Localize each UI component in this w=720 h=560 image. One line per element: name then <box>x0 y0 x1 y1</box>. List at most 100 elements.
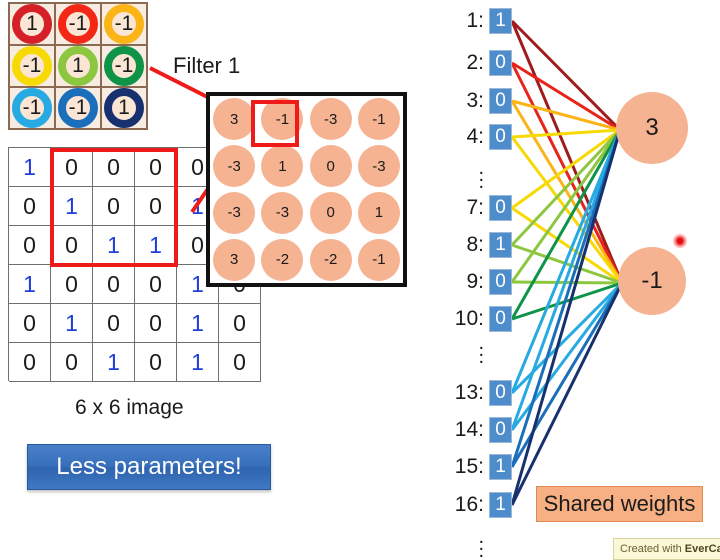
image-cell: 1 <box>9 148 51 187</box>
filter-3x3-grid: 1 -1 -1 -1 1 -1 -1 -1 1 <box>8 2 148 130</box>
vertical-ellipsis-icon: ... <box>478 526 484 560</box>
feature-map-grid: 3 -1 -3 -1 -3 1 0 -3 -3 -3 0 1 3 -2 -2 -1 <box>210 96 403 283</box>
edge-lines <box>510 19 624 506</box>
network-edge <box>510 128 622 247</box>
network-input-row: 10: 0 <box>448 306 512 332</box>
filter-cell: 1 <box>55 45 101 87</box>
network-input-value-box[interactable]: 0 <box>489 417 512 443</box>
network-input-value-box[interactable]: 0 <box>489 380 512 406</box>
filter-cell-value: -1 <box>114 54 134 77</box>
network-input-index: 4: <box>466 125 484 148</box>
network-input-value-box[interactable]: 1 <box>489 454 512 480</box>
feature-map-cell: -1 <box>355 96 403 143</box>
feature-map-value: 3 <box>229 110 239 128</box>
network-edge <box>510 20 624 284</box>
feature-map-value: -1 <box>372 110 386 128</box>
network-input-value-box[interactable]: 0 <box>489 88 512 114</box>
feature-map-cell: -2 <box>258 236 306 283</box>
network-edge <box>511 243 623 285</box>
network-input-index: 10: <box>454 307 484 330</box>
shared-weights-callout: Shared weights <box>536 486 703 522</box>
image-cell: 1 <box>51 304 93 343</box>
network-input-index: 8: <box>466 233 484 256</box>
filter-cell: 1 <box>101 87 147 129</box>
filter-cell: -1 <box>101 3 147 45</box>
network-input-index: 2: <box>466 51 484 74</box>
feature-map-cell: 3 <box>210 236 258 283</box>
image-cell: 0 <box>219 304 261 343</box>
network-edge <box>511 128 621 139</box>
network-input-index: 7: <box>466 196 484 219</box>
network-edge <box>510 281 624 395</box>
watermark: Created with EverCam <box>613 538 720 560</box>
feature-map-cell: 0 <box>307 190 355 237</box>
filter-cell-value: 1 <box>72 54 84 77</box>
vertical-ellipsis-icon: ... <box>478 157 484 193</box>
image-receptive-field-highlight <box>50 148 178 267</box>
network-input-value-box[interactable]: 1 <box>489 232 512 258</box>
network-input-index: 14: <box>454 418 484 441</box>
neuron-3-label: 3 <box>645 114 659 141</box>
laser-pointer-dot-icon <box>673 234 687 248</box>
image-cell: 0 <box>9 187 51 226</box>
network-input-index: 15: <box>454 455 484 478</box>
network-edge <box>510 129 622 431</box>
filter-cell: -1 <box>9 87 55 129</box>
network-input-value-box[interactable]: 0 <box>489 306 512 332</box>
network-input-value-box[interactable]: 0 <box>489 269 512 295</box>
feature-map-cell: -2 <box>307 236 355 283</box>
network-input-row: 3: 0 <box>448 88 512 114</box>
network-input-value-box[interactable]: 0 <box>489 195 512 221</box>
filter-cell: -1 <box>55 87 101 129</box>
network-input-value-box[interactable]: 1 <box>489 492 512 518</box>
network-input-row: 8: 1 <box>448 232 512 258</box>
network-edge <box>511 128 621 210</box>
feature-map-value: 1 <box>278 157 287 175</box>
network-edge <box>510 62 624 284</box>
image-cell: 0 <box>135 304 177 343</box>
neuron-output-minus1[interactable]: -1 <box>618 247 686 315</box>
image-cell: 0 <box>9 343 51 382</box>
network-edge <box>510 100 624 284</box>
network-input-value-box[interactable]: 0 <box>489 50 512 76</box>
filter-cell: -1 <box>9 45 55 87</box>
image-cell: 1 <box>9 265 51 304</box>
feature-map-selected-highlight <box>251 100 299 147</box>
image-cell: 0 <box>51 265 93 304</box>
watermark-brand: EverCam <box>684 543 720 555</box>
feature-map-value: -2 <box>275 251 290 269</box>
filter-cell: -1 <box>55 3 101 45</box>
less-parameters-button[interactable]: Less parameters! <box>27 444 271 490</box>
image-cell: 0 <box>93 304 135 343</box>
feature-map-value: -3 <box>323 110 338 128</box>
image-cell: 0 <box>9 304 51 343</box>
network-edge <box>510 282 624 431</box>
network-input-value-box[interactable]: 0 <box>489 124 512 150</box>
feature-map-value: 1 <box>374 204 384 222</box>
network-edge <box>510 129 622 394</box>
neuron-output-3[interactable]: 3 <box>616 92 688 164</box>
feature-map-cell: -1 <box>355 236 403 283</box>
image-caption: 6 x 6 image <box>75 396 184 419</box>
network-edge <box>511 206 623 285</box>
image-cell: 1 <box>177 304 219 343</box>
neuron-minus1-label: -1 <box>641 267 663 294</box>
filter-cell-value: -1 <box>22 96 42 119</box>
feature-map-value: -3 <box>275 204 290 222</box>
filter-cell-value: -1 <box>22 54 42 77</box>
network-input-index: 9: <box>466 270 484 293</box>
network-edge <box>511 281 623 321</box>
network-input-index: 16: <box>454 493 484 516</box>
watermark-prefix: Created with <box>620 543 682 555</box>
network-edge <box>511 99 621 132</box>
image-cell: 0 <box>9 226 51 265</box>
vertical-ellipsis-icon: ... <box>478 332 484 368</box>
network-edge <box>510 129 622 283</box>
filter-cell-value: -1 <box>68 12 88 35</box>
feature-map-value: -3 <box>372 157 386 175</box>
image-cell: 0 <box>219 343 261 382</box>
network-edge <box>511 280 623 285</box>
network-input-index: 13: <box>454 381 484 404</box>
feature-map-panel: 3 -1 -3 -1 -3 1 0 -3 -3 -3 0 1 3 -2 -2 -1 <box>206 92 407 287</box>
network-input-value-box[interactable]: 1 <box>489 8 512 34</box>
